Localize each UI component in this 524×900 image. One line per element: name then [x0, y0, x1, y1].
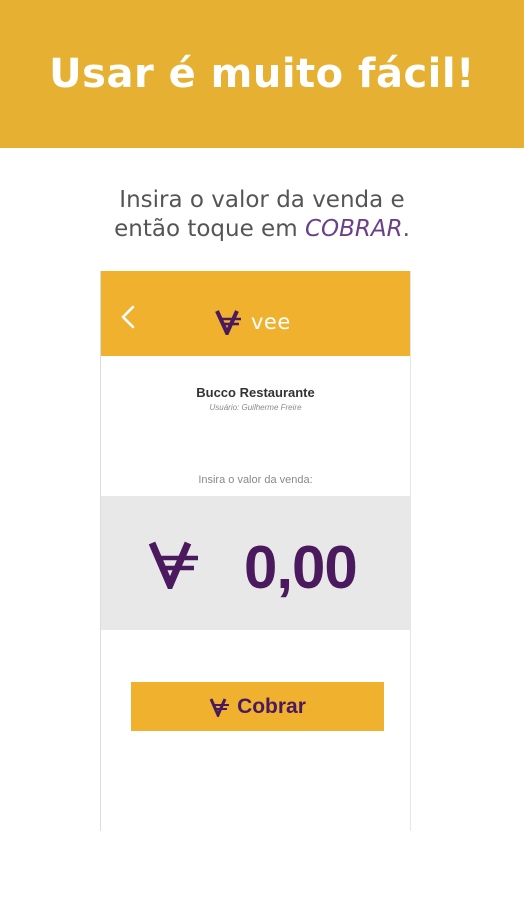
- charge-button-label: Cobrar: [237, 694, 306, 718]
- vee-logo: vee: [215, 309, 291, 335]
- vee-currency-icon: [148, 541, 198, 589]
- instruction-period: .: [402, 216, 410, 242]
- vee-currency-icon: [209, 697, 230, 717]
- instruction-line-2-text: então toque em: [114, 216, 305, 242]
- instruction-line-2: então toque em COBRAR.: [0, 215, 524, 244]
- merchant-user: Usuário: Guilherme Freire: [209, 403, 302, 412]
- merchant-name: Bucco Restaurante: [196, 385, 315, 400]
- charge-button[interactable]: Cobrar: [131, 682, 384, 731]
- back-button[interactable]: [115, 303, 143, 331]
- promo-banner: Usar é muito fácil!: [0, 0, 524, 148]
- chevron-left-icon: [121, 305, 135, 329]
- banner-title: Usar é muito fácil!: [49, 51, 475, 97]
- logo-text: vee: [251, 310, 291, 334]
- phone-screen-mockup: vee Bucco Restaurante Usuário: Guilherme…: [100, 271, 411, 831]
- instruction-text: Insira o valor da venda e então toque em…: [0, 186, 524, 244]
- instruction-line-1: Insira o valor da venda e: [119, 187, 405, 213]
- amount-label: Insira o valor da venda:: [198, 474, 313, 486]
- vee-currency-icon: [215, 310, 241, 335]
- merchant-info: Bucco Restaurante Usuário: Guilherme Fre…: [101, 385, 410, 412]
- amount-value: 0,00: [244, 534, 358, 601]
- app-bar: vee: [101, 271, 410, 356]
- cobrar-keyword: COBRAR: [304, 216, 403, 242]
- amount-input[interactable]: 0,00: [101, 496, 410, 630]
